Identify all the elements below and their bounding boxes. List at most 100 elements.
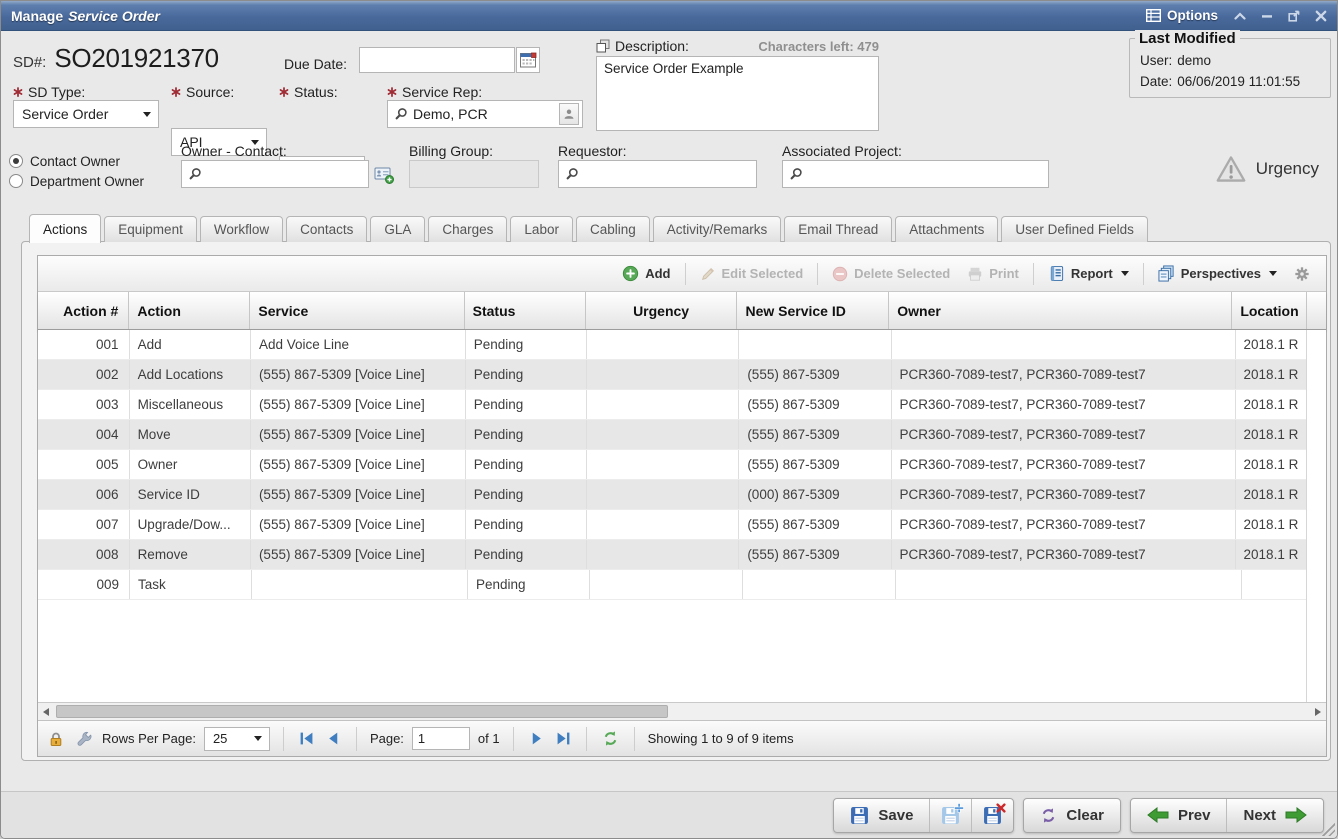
save-and-new-button[interactable] xyxy=(929,799,971,832)
rows-per-page-select[interactable]: 25 xyxy=(204,727,270,751)
service-rep-input[interactable]: Demo, PCR xyxy=(387,100,583,128)
next-button[interactable]: Next xyxy=(1226,799,1323,832)
owner-contact-input[interactable] xyxy=(181,160,369,188)
collapse-button[interactable] xyxy=(1234,12,1246,20)
table-row[interactable]: 009TaskPending xyxy=(38,570,1306,600)
column-header-action[interactable]: Action # xyxy=(38,292,129,329)
tab-actions[interactable]: Actions xyxy=(29,214,101,243)
table-row[interactable]: 003Miscellaneous(555) 867-5309 [Voice Li… xyxy=(38,390,1306,420)
tab-equipment[interactable]: Equipment xyxy=(104,216,197,242)
column-header-action[interactable]: Action xyxy=(129,292,250,329)
window-title-emphasis: Service Order xyxy=(68,8,160,24)
column-header-urgency[interactable]: Urgency xyxy=(586,292,738,329)
pager-separator xyxy=(586,727,587,751)
tab-charges[interactable]: Charges xyxy=(428,216,507,242)
table-row[interactable]: 001AddAdd Voice LinePending2018.1 R xyxy=(38,330,1306,360)
tab-gla[interactable]: GLA xyxy=(370,216,425,242)
cell-owner: PCR360-7089-test7, PCR360-7089-test7 xyxy=(892,420,1236,449)
minimize-button[interactable] xyxy=(1261,12,1273,20)
report-button[interactable]: Report xyxy=(1042,262,1135,285)
column-header-location[interactable]: Location xyxy=(1232,292,1306,329)
clear-button[interactable]: Clear xyxy=(1024,799,1120,832)
cell-location: 2018.1 R xyxy=(1236,510,1306,539)
table-row[interactable]: 005Owner(555) 867-5309 [Voice Line]Pendi… xyxy=(38,450,1306,480)
add-button[interactable]: Add xyxy=(616,262,676,285)
popup-icon[interactable] xyxy=(596,39,610,53)
manage-service-order-window: ManageService Order Options SD#: SO20192… xyxy=(0,0,1338,839)
first-page-button[interactable] xyxy=(297,729,316,748)
table-row[interactable]: 004Move(555) 867-5309 [Voice Line]Pendin… xyxy=(38,420,1306,450)
cell-status: Pending xyxy=(466,450,587,479)
department-owner-radio[interactable]: Department Owner xyxy=(9,171,144,191)
source-label: Source: xyxy=(171,84,234,100)
clear-button-group: Clear xyxy=(1023,798,1121,833)
sd-type-select[interactable]: Service Order xyxy=(13,100,159,128)
lock-button[interactable] xyxy=(46,729,66,749)
cell-num: 008 xyxy=(38,540,130,569)
perspectives-button[interactable]: Perspectives xyxy=(1152,262,1283,285)
cell-action: Upgrade/Dow... xyxy=(130,510,251,539)
associated-project-input[interactable] xyxy=(782,160,1049,188)
pager-separator xyxy=(634,727,635,751)
refresh-button[interactable] xyxy=(600,728,621,749)
tab-user-defined-fields[interactable]: User Defined Fields xyxy=(1001,216,1148,242)
maximize-button[interactable] xyxy=(1288,10,1300,22)
column-header-new-service-id[interactable]: New Service ID xyxy=(737,292,889,329)
service-rep-picker-button[interactable] xyxy=(559,103,579,125)
pager-separator xyxy=(513,727,514,751)
description-textarea[interactable]: Service Order Example xyxy=(596,56,879,131)
scroll-left-button[interactable] xyxy=(38,703,54,720)
print-button[interactable]: Print xyxy=(961,263,1025,285)
tab-cabling[interactable]: Cabling xyxy=(576,216,650,242)
tab-activity-remarks[interactable]: Activity/Remarks xyxy=(653,216,782,242)
right-triangle-icon xyxy=(1315,708,1321,716)
cell-service: (555) 867-5309 [Voice Line] xyxy=(251,540,466,569)
tab-email-thread[interactable]: Email Thread xyxy=(784,216,892,242)
table-row[interactable]: 007Upgrade/Dow...(555) 867-5309 [Voice L… xyxy=(38,510,1306,540)
next-page-button[interactable] xyxy=(527,729,546,748)
prev-button[interactable]: Prev xyxy=(1131,799,1227,832)
close-button[interactable] xyxy=(1315,10,1327,22)
due-date-input[interactable] xyxy=(359,47,515,73)
left-triangle-icon xyxy=(43,708,49,716)
contact-owner-radio[interactable]: Contact Owner xyxy=(9,151,144,171)
delete-selected-button[interactable]: Delete Selected xyxy=(826,263,956,285)
cell-urgency xyxy=(587,540,739,569)
table-row[interactable]: 008Remove(555) 867-5309 [Voice Line]Pend… xyxy=(38,540,1306,570)
cell-urgency xyxy=(587,420,739,449)
prev-page-button[interactable] xyxy=(324,729,343,748)
horizontal-scrollbar[interactable] xyxy=(38,702,1326,720)
cell-action: Task xyxy=(130,570,252,599)
save-button[interactable]: Save xyxy=(834,799,929,832)
grid-tools-button[interactable] xyxy=(74,729,94,749)
urgency-indicator[interactable]: Urgency xyxy=(1216,155,1319,183)
last-modified-box: Last Modified User:demo Date:06/06/2019 … xyxy=(1129,38,1331,98)
cell-location: 2018.1 R xyxy=(1236,540,1306,569)
tab-workflow[interactable]: Workflow xyxy=(200,216,283,242)
table-row[interactable]: 002Add Locations(555) 867-5309 [Voice Li… xyxy=(38,360,1306,390)
grid-settings-button[interactable] xyxy=(1288,263,1316,285)
scrollbar-thumb[interactable] xyxy=(56,705,668,718)
tab-attachments[interactable]: Attachments xyxy=(895,216,998,242)
column-header-status[interactable]: Status xyxy=(465,292,586,329)
options-button[interactable]: Options xyxy=(1146,8,1218,23)
cell-status: Pending xyxy=(466,510,587,539)
page-input[interactable]: 1 xyxy=(412,727,470,750)
requestor-input[interactable] xyxy=(558,160,757,188)
calendar-button[interactable] xyxy=(516,47,540,73)
scroll-right-button[interactable] xyxy=(1310,703,1326,720)
edit-selected-button[interactable]: Edit Selected xyxy=(694,263,810,285)
last-page-button[interactable] xyxy=(554,729,573,748)
chevron-down-icon xyxy=(254,736,262,741)
table-row[interactable]: 006Service ID(555) 867-5309 [Voice Line]… xyxy=(38,480,1306,510)
save-and-close-button[interactable] xyxy=(971,799,1013,832)
tab-contacts[interactable]: Contacts xyxy=(286,216,367,242)
toolbar-separator xyxy=(685,263,686,285)
tab-labor[interactable]: Labor xyxy=(510,216,573,242)
column-header-service[interactable]: Service xyxy=(250,292,464,329)
column-header-owner[interactable]: Owner xyxy=(889,292,1232,329)
cell-nsid: (555) 867-5309 xyxy=(739,390,891,419)
cell-status: Pending xyxy=(466,360,587,389)
cell-service: Add Voice Line xyxy=(251,330,466,359)
add-contact-button[interactable] xyxy=(374,164,394,184)
